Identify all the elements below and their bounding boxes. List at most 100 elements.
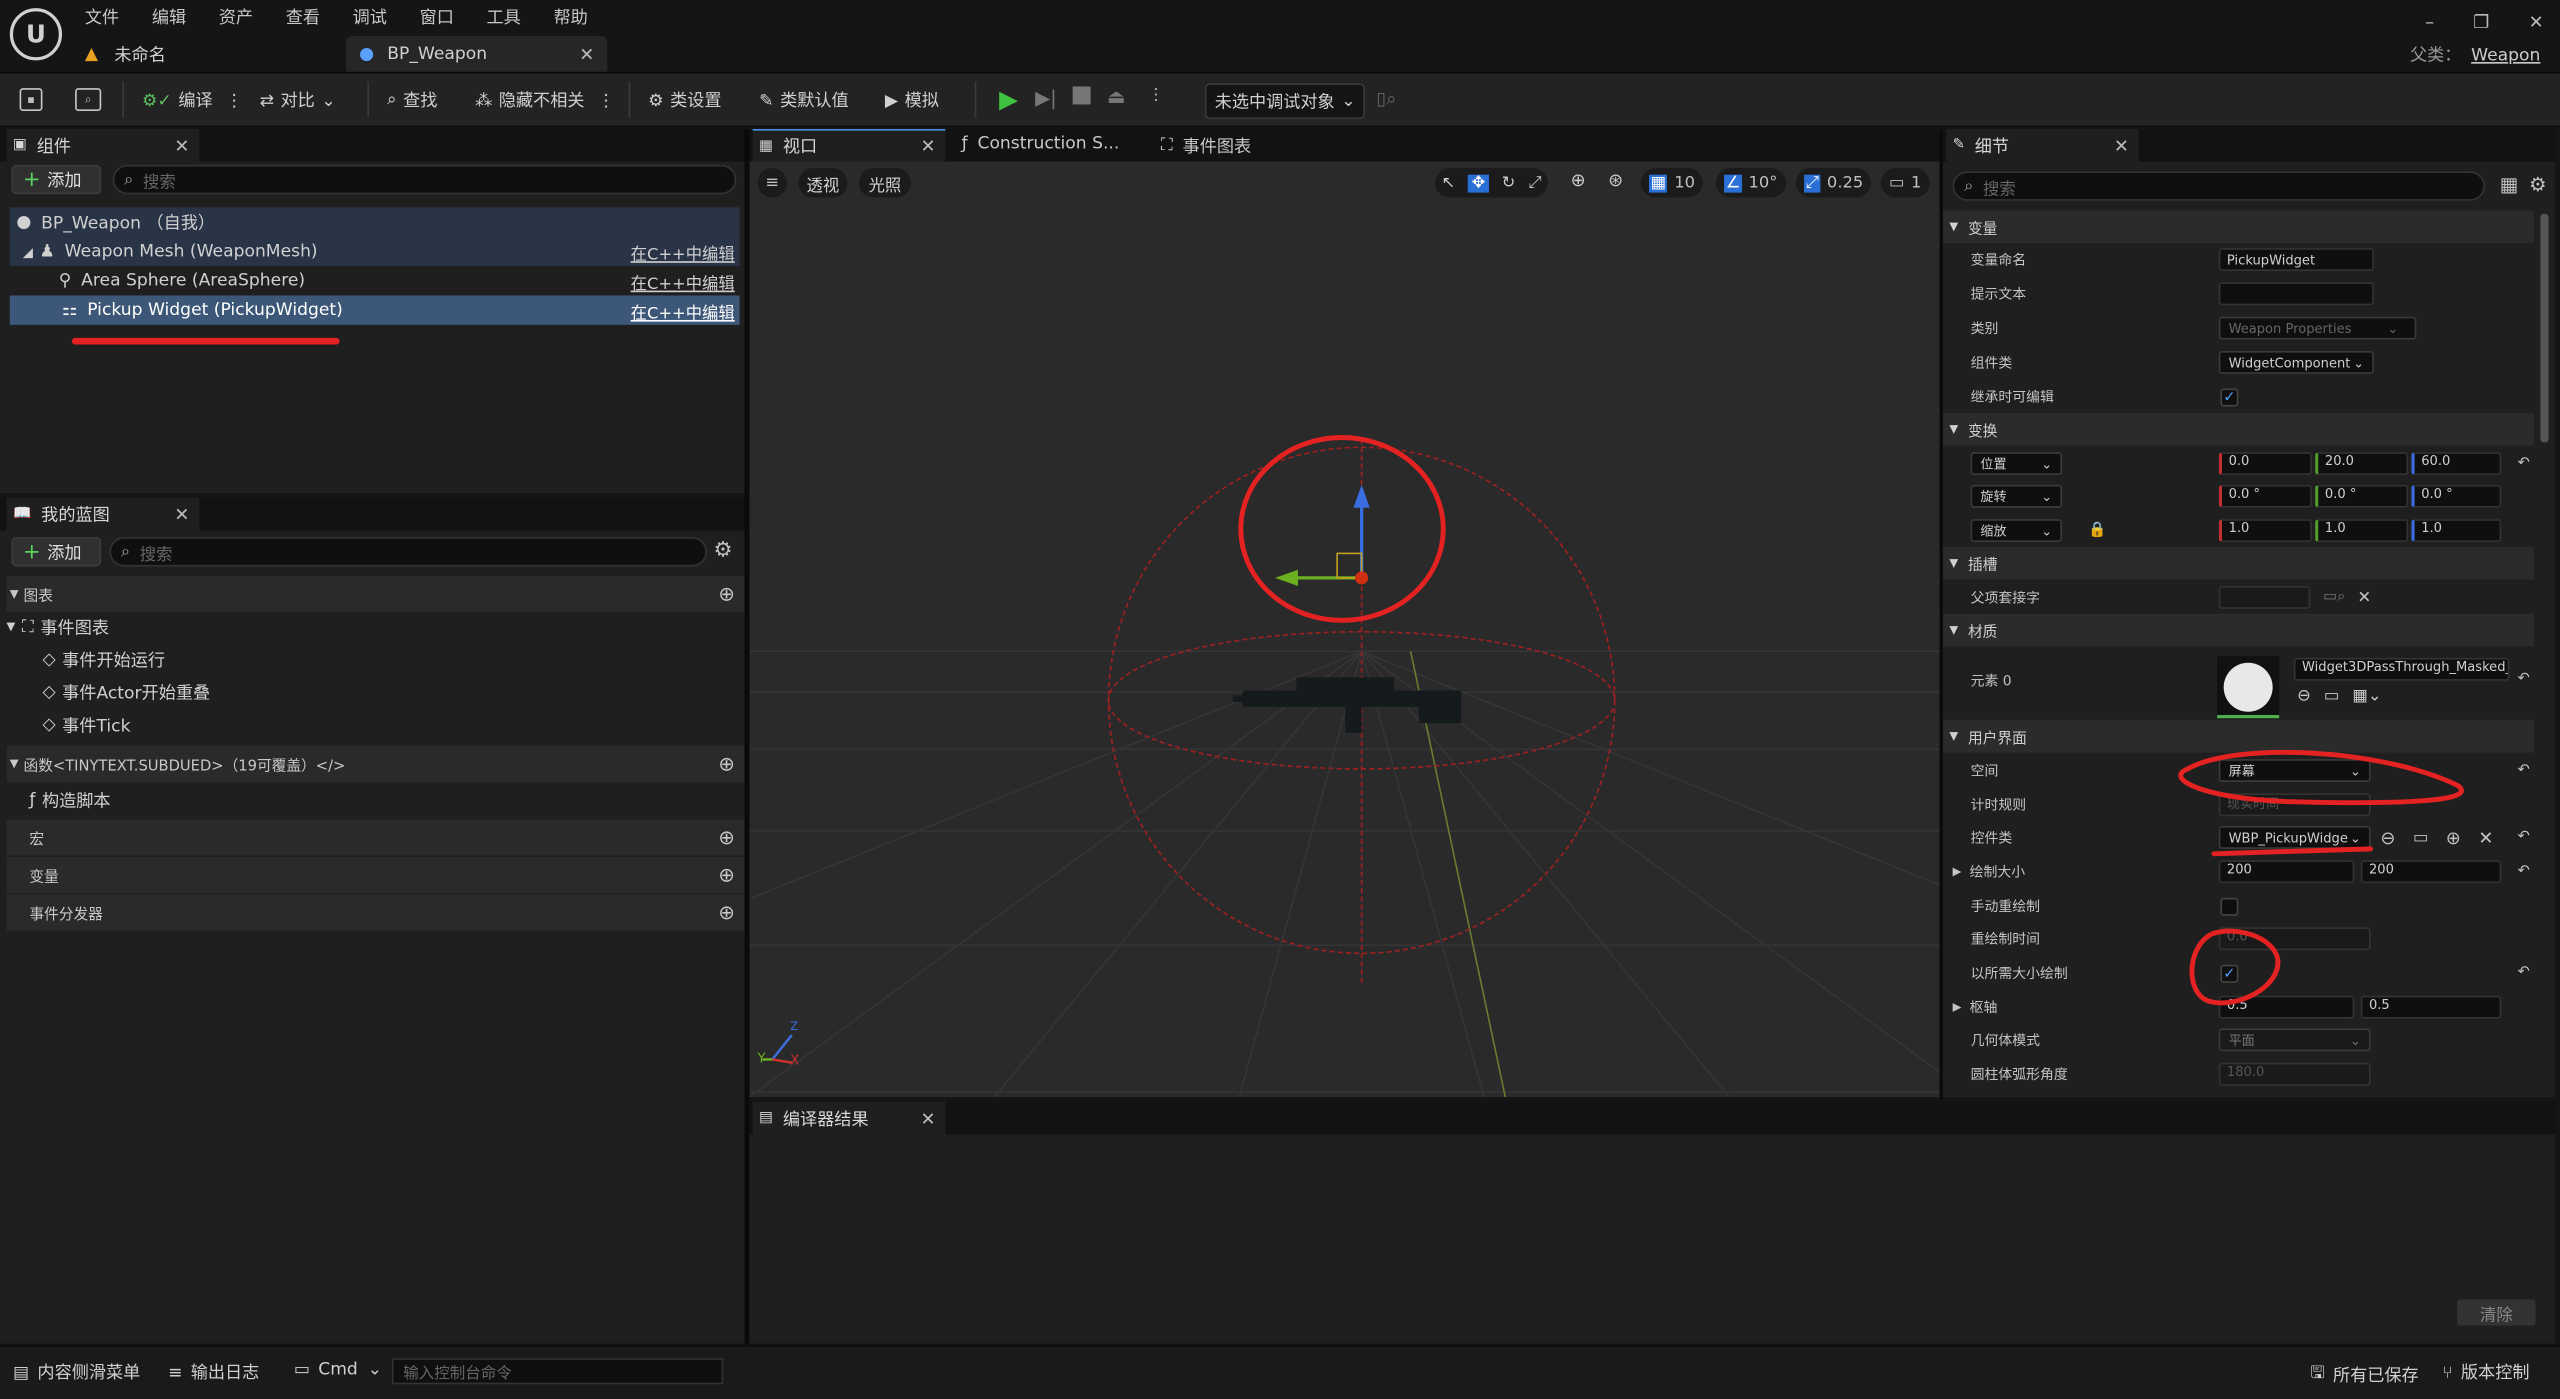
rotation-snap-toggle[interactable]: ∠ 10° (1715, 168, 1786, 198)
blueprint-search-input[interactable]: ⌕ 搜索 (109, 537, 707, 567)
settings-gear-icon[interactable]: ⚙ (713, 539, 732, 563)
editable-checkbox[interactable]: ✓ (2220, 388, 2239, 407)
close-tab-icon[interactable]: ✕ (174, 504, 189, 525)
material-thumbnail[interactable] (2217, 656, 2280, 719)
my-blueprint-tab[interactable]: 📖 我的蓝图 ✕ (6, 497, 200, 531)
minimize-icon[interactable]: – (2425, 11, 2434, 32)
unreal-logo-icon[interactable]: U (9, 8, 63, 61)
lit-button[interactable]: 光照 (858, 168, 912, 198)
event-item[interactable]: ◇ 事件Actor开始重叠 (42, 677, 695, 706)
add-new-icon[interactable]: ⊕ (2446, 827, 2461, 848)
browse-asset-icon[interactable]: ▭ (2413, 829, 2428, 847)
parent-class-link[interactable]: Weapon (2471, 45, 2540, 65)
class-settings-button[interactable]: ⚙ 类设置 (648, 88, 721, 112)
lock-icon[interactable]: 🔒 (2088, 523, 2106, 539)
rotation-dropdown[interactable]: 旋转 ⌄ (1970, 485, 2063, 509)
menu-view[interactable]: 查看 (286, 4, 320, 28)
find-button[interactable]: ⌕ 查找 (387, 88, 437, 112)
draw-size-x-input[interactable]: 200 (2218, 860, 2355, 884)
more-icon[interactable]: ⋮ (226, 91, 243, 111)
save-icon[interactable]: ▪ (19, 88, 43, 112)
menu-edit[interactable]: 编辑 (152, 4, 186, 28)
doc-tab-untitled[interactable]: ▲ 未命名 (85, 36, 346, 72)
menu-file[interactable]: 文件 (85, 4, 119, 28)
compile-button[interactable]: ⚙✓ 编译 ⋮ (142, 88, 243, 112)
details-tab[interactable]: ✎ 细节 ✕ (1946, 128, 2139, 162)
section-dispatchers[interactable]: 事件分发器 ⊕ (6, 894, 745, 931)
scale-y-input[interactable]: 1.0 (2315, 519, 2409, 543)
close-window-icon[interactable]: ✕ (2529, 11, 2544, 32)
edit-in-cpp-link[interactable]: 在C++中编辑 (631, 239, 735, 264)
settings-gear-icon[interactable]: ⚙ (2529, 173, 2547, 196)
components-tab[interactable]: ▣ 组件 ✕ (6, 128, 200, 162)
details-search-input[interactable]: ⌕ 搜索 (1952, 171, 2485, 201)
section-transform[interactable]: ▼ 变换 (1942, 413, 2534, 446)
event-item[interactable]: ◇ 事件开始运行 (42, 645, 695, 674)
debug-object-select[interactable]: 未选中调试对象 ⌄ (1204, 83, 1365, 120)
reset-icon[interactable]: ↶ (2518, 456, 2530, 472)
add-dispatcher-icon[interactable]: ⊕ (718, 901, 734, 924)
timing-policy-dropdown[interactable]: 现实时间 (2218, 793, 2371, 817)
grid-snap-toggle[interactable]: ▦ 10 (1640, 168, 1704, 198)
details-scrollbar[interactable] (2540, 213, 2549, 443)
browse-socket-icon[interactable]: ▭⌕ (2323, 590, 2345, 606)
section-macros[interactable]: 宏 ⊕ (6, 819, 745, 856)
menu-asset[interactable]: 资产 (219, 4, 253, 28)
add-variable-icon[interactable]: ⊕ (718, 864, 734, 887)
menu-tools[interactable]: 工具 (487, 4, 521, 28)
world-local-icon[interactable]: ⊕ (1571, 170, 1586, 191)
section-variable[interactable]: ▼ 变量 (1942, 210, 2534, 244)
event-item[interactable]: ◇ 事件Tick (42, 710, 695, 739)
category-dropdown[interactable]: Weapon Properties ⌄ (2218, 317, 2417, 341)
clear-socket-icon[interactable]: ✕ (2358, 589, 2372, 607)
surface-snap-icon[interactable]: ⊛ (1608, 170, 1623, 191)
section-variables[interactable]: 变量 ⊕ (6, 857, 745, 893)
camera-speed-button[interactable]: ▭ 1 (1880, 168, 1930, 198)
more-icon[interactable]: ⋮ (598, 91, 615, 111)
viewport-scene[interactable] (749, 161, 1940, 1097)
browse-asset-icon[interactable]: ▭ (2324, 687, 2339, 705)
hide-unrelated-button[interactable]: ⁂ 隐藏不相关 ⋮ (475, 88, 615, 112)
scale-dropdown[interactable]: 缩放 ⌄ (1970, 519, 2063, 543)
edit-in-cpp-link[interactable]: 在C++中编辑 (631, 298, 735, 322)
rotate-icon[interactable]: ↻ (1502, 174, 1516, 192)
console-input[interactable]: 输入控制台命令 (391, 1358, 724, 1385)
step-icon[interactable]: ▶︎| (1035, 87, 1057, 110)
close-tab-icon[interactable]: ✕ (2114, 135, 2129, 156)
reset-icon[interactable]: ↶ (2518, 763, 2530, 779)
menu-help[interactable]: 帮助 (553, 4, 587, 28)
close-tab-icon[interactable]: ✕ (920, 1108, 935, 1129)
viewport-menu-icon[interactable]: ≡ (757, 168, 787, 198)
save-status[interactable]: 🖫 所有已保存 (2310, 1360, 2418, 1389)
variable-name-input[interactable]: PickupWidget (2218, 248, 2374, 272)
geometry-mode-dropdown[interactable]: 平面 ⌄ (2218, 1028, 2371, 1052)
close-tab-icon[interactable]: ✕ (579, 43, 594, 64)
tree-item-pickup-widget[interactable]: ⚏ Pickup Widget (PickupWidget) 在C++中编辑 (9, 295, 740, 325)
scale-snap-toggle[interactable]: ⤢ 0.25 (1795, 168, 1872, 198)
space-dropdown[interactable]: 屏幕 ⌄ (2218, 759, 2371, 783)
add-graph-icon[interactable]: ⊕ (718, 583, 734, 606)
location-y-input[interactable]: 20.0 (2315, 452, 2409, 476)
tooltip-input[interactable] (2218, 282, 2374, 306)
tree-item-weapon-mesh[interactable]: ◢ ♟ Weapon Mesh (WeaponMesh) 在C++中编辑 (9, 236, 740, 267)
construction-script-item[interactable]: ƒ 构造脚本 (29, 785, 682, 814)
debug-find-icon[interactable]: ▯⌕ (1376, 88, 1396, 111)
section-user-interface[interactable]: ▼ 用户界面 (1942, 719, 2534, 753)
output-log-button[interactable]: ≡ 输出日志 (168, 1360, 259, 1384)
expand-arrow-icon[interactable]: ▶ (1953, 866, 1962, 879)
pivot-x-input[interactable]: 0.5 (2218, 996, 2355, 1020)
material-options-icon[interactable]: ▦⌄ (2352, 687, 2381, 705)
section-functions[interactable]: ▼ 函数<TINYTEXT.SUBDUED>（19可覆盖）</> ⊕ (6, 746, 745, 782)
tab-event-graph[interactable]: ⛶ 事件图表 (1161, 134, 1251, 158)
reset-icon[interactable]: ↶ (2518, 965, 2530, 981)
edit-in-cpp-link[interactable]: 在C++中编辑 (631, 269, 735, 293)
select-icon[interactable]: ↖ (1442, 174, 1456, 192)
stop-icon[interactable] (1072, 86, 1091, 105)
cmd-dropdown[interactable]: ▭ Cmd ⌄ (294, 1360, 382, 1380)
parent-socket-input[interactable] (2218, 586, 2311, 610)
draw-at-desired-size-checkbox[interactable]: ✓ (2220, 964, 2239, 983)
add-macro-icon[interactable]: ⊕ (718, 826, 734, 849)
event-graph-item[interactable]: ▼ ⛶ 事件图表 (7, 612, 725, 641)
reset-icon[interactable]: ↶ (2518, 864, 2530, 880)
tab-viewport[interactable]: ▦ 视口 ✕ (752, 128, 946, 162)
